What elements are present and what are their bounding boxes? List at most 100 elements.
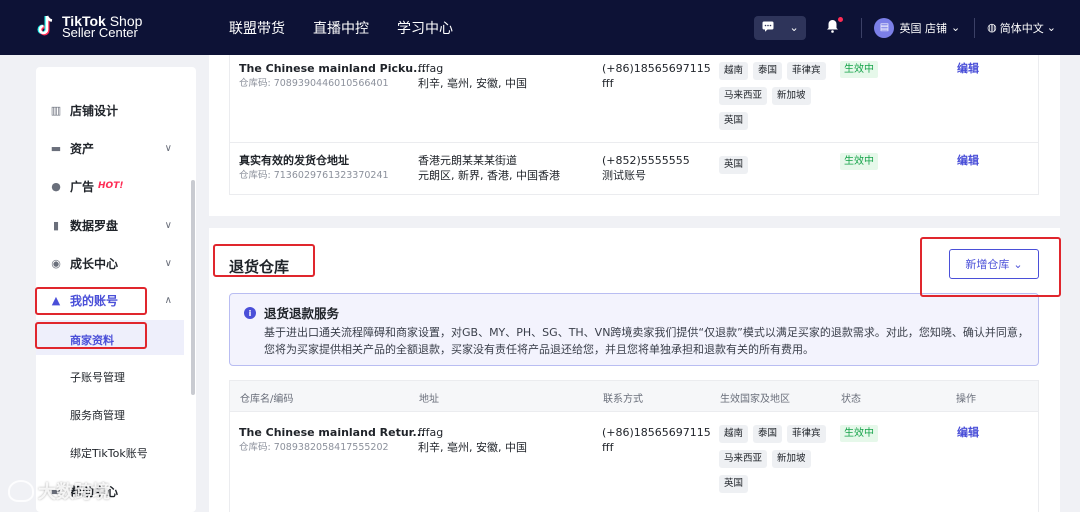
- column-header: 联系方式: [603, 394, 643, 405]
- status-badge: 生效中: [840, 61, 878, 78]
- region-tags: 越南 泰国 菲律宾 马来西亚 新加坡 英国: [719, 62, 829, 130]
- chevron-down-icon: ∨: [164, 219, 172, 231]
- edit-link[interactable]: 编辑: [957, 154, 979, 167]
- notice-body: 基于进出口通关流程障碍和商家设置，对GB、MY、PH、SG、TH、VN跨境卖家我…: [264, 326, 1029, 356]
- wallet-icon: ▬: [50, 141, 62, 155]
- region-tags: 越南 泰国 菲律宾 马来西亚 新加坡 英国: [719, 425, 829, 493]
- user-icon: ▲: [51, 293, 61, 307]
- region-tag: 马来西亚: [719, 450, 768, 468]
- contact-name: 测试账号: [602, 169, 646, 182]
- return-table-header: 仓库名/编码 地址 联系方式 生效国家及地区 状态 操作: [229, 380, 1039, 412]
- region-tag: 越南: [719, 425, 749, 443]
- sidebar-item-data-compass[interactable]: ▮ 数据罗盘 ∨: [50, 213, 180, 237]
- sidebar-subitem-sub-accounts[interactable]: 子账号管理: [70, 369, 125, 385]
- store-switcher[interactable]: ▤ 英国 店铺 ⌄: [874, 17, 961, 38]
- row-divider: [229, 142, 1039, 143]
- address-line: 香港元朗某某某街道: [418, 154, 517, 167]
- edit-link[interactable]: 编辑: [957, 426, 979, 439]
- edit-link[interactable]: 编辑: [957, 62, 979, 75]
- contact-name: fff: [602, 441, 614, 454]
- tiktok-shop-logo[interactable]: TikTok Shop Seller Center: [36, 14, 142, 40]
- hot-badge: HOT!: [98, 181, 124, 191]
- chevron-down-icon: ⌄: [950, 21, 961, 34]
- sidebar: ▥ 店铺设计 ▬ 资产 ∨ ● 广告 HOT! ▮ 数据罗盘 ∨ ◉ 成长中心 …: [36, 67, 196, 512]
- tiktok-logo-icon: [36, 14, 56, 40]
- region-tag: 越南: [719, 62, 749, 80]
- watermark: 大数跨境: [8, 478, 110, 504]
- sidebar-item-assets[interactable]: ▬ 资产 ∨: [50, 136, 180, 160]
- sidebar-item-ads[interactable]: ● 广告 HOT!: [50, 174, 180, 198]
- warehouse-name: 真实有效的发货仓地址: [239, 154, 349, 167]
- brand-subtitle: Seller Center: [62, 25, 138, 40]
- contact-phone: (+86)18565697115: [602, 62, 711, 75]
- chevron-down-icon: ⌄: [789, 21, 799, 34]
- column-header: 状态: [841, 394, 861, 405]
- notification-dot: [838, 16, 844, 22]
- region-tag: 菲律宾: [787, 62, 826, 80]
- column-header: 仓库名/编码: [240, 394, 294, 405]
- chat-icon: [762, 21, 774, 35]
- column-header: 地址: [419, 394, 439, 405]
- store-avatar-icon: ▤: [874, 17, 895, 38]
- watermark-logo-icon: [8, 480, 34, 502]
- notice-title: 退货退款服务: [264, 306, 340, 321]
- warehouse-code: 仓库码: 7136029761323370241: [239, 170, 389, 181]
- top-navbar: TikTok Shop Seller Center 联盟带货 直播中控 学习中心…: [0, 0, 1080, 55]
- region-tag: 泰国: [753, 62, 783, 80]
- ads-icon: ●: [51, 179, 61, 193]
- region-tag: 泰国: [753, 425, 783, 443]
- header-divider: [861, 17, 863, 38]
- address-line: fffag: [418, 426, 444, 439]
- language-switcher[interactable]: ◍ 简体中文 ⌄: [987, 20, 1056, 36]
- sidebar-subitem-merchant-profile[interactable]: 商家资料: [70, 332, 114, 348]
- add-warehouse-button[interactable]: 新增仓库 ⌄: [949, 249, 1039, 279]
- chevron-up-icon: ∧: [164, 294, 172, 306]
- refund-notice-banner: i 退货退款服务 基于进出口通关流程障碍和商家设置，对GB、MY、PH、SG、T…: [229, 293, 1039, 366]
- column-header: 操作: [956, 394, 976, 405]
- shipping-warehouse-card: The Chinese mainland Picku... 仓库码: 70893…: [209, 55, 1060, 216]
- nav-live-control[interactable]: 直播中控: [313, 18, 369, 38]
- add-warehouse-label: 新增仓库: [965, 258, 1010, 271]
- globe-icon: ◍: [987, 21, 997, 34]
- region-tag: 菲律宾: [787, 425, 826, 443]
- sidebar-item-label: 数据罗盘: [70, 218, 119, 233]
- address-line: fffag: [418, 62, 444, 75]
- sidebar-item-store-design[interactable]: ▥ 店铺设计: [50, 98, 180, 122]
- chevron-down-icon: ⌄: [1046, 21, 1056, 34]
- sidebar-item-label: 广告: [70, 179, 95, 194]
- chart-icon: ▮: [52, 218, 60, 232]
- sidebar-item-growth-center[interactable]: ◉ 成长中心 ∨: [50, 251, 180, 275]
- warehouse-code: 仓库码: 7089382058417555202: [239, 442, 389, 453]
- sidebar-subitem-service-providers[interactable]: 服务商管理: [70, 407, 125, 423]
- region-tag: 新加坡: [772, 87, 811, 105]
- medal-icon: ◉: [51, 256, 61, 270]
- contact-phone: (+852)5555555: [602, 154, 690, 167]
- sidebar-item-my-account[interactable]: ▲ 我的账号 ∧: [50, 288, 180, 312]
- chat-button[interactable]: ⌄: [754, 15, 807, 40]
- sidebar-item-label: 成长中心: [70, 256, 119, 271]
- region-tag: 英国: [719, 112, 749, 130]
- column-header: 生效国家及地区: [720, 394, 790, 405]
- nav-learning-center[interactable]: 学习中心: [397, 18, 453, 38]
- language-label: 简体中文: [999, 21, 1044, 35]
- header-divider: [974, 17, 976, 38]
- contact-name: fff: [602, 77, 614, 90]
- warehouse-code: 仓库码: 7089390446010566401: [239, 78, 389, 89]
- region-tag: 马来西亚: [719, 87, 768, 105]
- sidebar-item-label: 资产: [70, 141, 95, 156]
- region-tag: 新加坡: [772, 450, 811, 468]
- status-badge: 生效中: [840, 425, 878, 442]
- address-region: 利辛, 亳州, 安徽, 中国: [418, 441, 527, 454]
- region-tag: 英国: [719, 156, 749, 174]
- sidebar-subitem-bind-tiktok[interactable]: 绑定TikTok账号: [70, 445, 148, 461]
- store-name: 英国 店铺: [899, 21, 947, 35]
- address-region: 元朗区, 新界, 香港, 中国香港: [418, 169, 560, 182]
- nav-affiliate[interactable]: 联盟带货: [229, 18, 285, 38]
- notification-bell-icon[interactable]: [826, 16, 844, 37]
- sidebar-scrollbar[interactable]: [191, 180, 195, 395]
- top-nav-menu: 联盟带货 直播中控 学习中心: [229, 0, 453, 55]
- region-tags: 英国: [719, 156, 829, 174]
- warehouse-name: The Chinese mainland Picku...: [239, 62, 426, 75]
- contact-phone: (+86)18565697115: [602, 426, 711, 439]
- status-badge: 生效中: [840, 153, 878, 170]
